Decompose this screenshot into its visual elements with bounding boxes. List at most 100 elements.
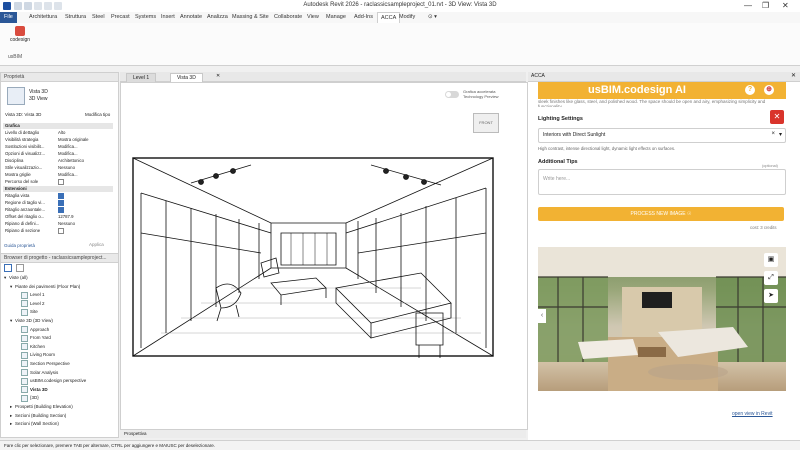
browser-tree-item[interactable]: Level 2 <box>16 300 45 308</box>
process-new-image-button[interactable]: PROCESS NEW IMAGE ☉ <box>538 207 784 221</box>
property-value[interactable]: Nessuno <box>58 165 110 171</box>
property-row[interactable]: Percorso del sole <box>3 179 113 185</box>
browser-tree-item[interactable]: Site <box>16 308 38 316</box>
property-value[interactable] <box>58 228 110 234</box>
browser-tree-item[interactable]: Section Perspective <box>16 360 70 368</box>
browser-filter-icon[interactable] <box>15 264 24 272</box>
property-group[interactable]: Estensioni <box>3 186 113 193</box>
lighting-select[interactable]: Interiors with Direct Sunlight × ▾ <box>538 128 786 143</box>
tab-acca[interactable]: ACCA <box>377 12 401 23</box>
browser-tree-item[interactable]: Living Room <box>16 351 55 359</box>
tab-manage[interactable]: Manage <box>326 14 346 20</box>
property-row[interactable]: Sostituzioni visibilit... Modifica... <box>3 144 113 150</box>
browser-tree-item[interactable]: Vista 3D <box>16 386 48 394</box>
send-icon[interactable]: ➤ <box>764 289 778 303</box>
property-value[interactable] <box>58 193 110 199</box>
tab-level-1[interactable]: Level 1 <box>126 73 157 82</box>
properties-help-link[interactable]: Guida proprietà <box>4 243 35 248</box>
tab-systems[interactable]: Systems <box>135 14 156 20</box>
browser-search-icon[interactable] <box>4 264 12 272</box>
browser-tree-item[interactable]: ▾ Viste 3D (3D View) <box>10 317 53 325</box>
tab-steel[interactable]: Steel <box>92 14 105 20</box>
tab-insert[interactable]: Insert <box>161 14 175 20</box>
tab-structure[interactable]: Struttura <box>65 14 86 20</box>
property-checkbox[interactable] <box>58 200 64 206</box>
browser-tree-item[interactable]: Level 1 <box>16 291 45 299</box>
property-value[interactable]: Modifica... <box>58 172 110 178</box>
type-selector[interactable]: Vista 3D 3D View <box>5 85 113 107</box>
property-value[interactable] <box>58 207 110 213</box>
tab-collaborate[interactable]: Collaborate <box>274 14 302 20</box>
property-value[interactable]: Modifica... <box>58 144 110 150</box>
property-value[interactable]: 12787.9 <box>58 214 110 220</box>
ribbon-options-icon[interactable]: ⊙ ▾ <box>428 14 437 20</box>
apply-button[interactable]: Applica <box>89 242 104 247</box>
tab-file[interactable]: File <box>0 12 17 23</box>
property-value[interactable] <box>58 179 110 185</box>
property-row[interactable]: Mostra griglie Modifica... <box>3 172 113 178</box>
browser-tree-item[interactable]: From Yard <box>16 334 51 342</box>
view-mode-label[interactable]: Prospettiva <box>124 431 147 436</box>
language-flag-icon[interactable]: ⊕ <box>764 85 774 95</box>
tab-annotate[interactable]: Annotate <box>180 14 202 20</box>
close-panel-button[interactable]: ✕ <box>770 110 784 124</box>
clear-select-icon[interactable]: × <box>771 131 775 137</box>
gallery-icon[interactable]: ▣ <box>764 253 778 267</box>
property-row[interactable]: Disciplina Architettonico <box>3 158 113 164</box>
close-window-button[interactable]: ✕ <box>782 1 789 10</box>
codesign-tool-button[interactable]: codesign <box>6 25 34 49</box>
browser-tree-item[interactable]: Kitchen <box>16 343 45 351</box>
property-value[interactable] <box>58 200 110 206</box>
property-row[interactable]: Offset del ritaglio o... 12787.9 <box>3 214 113 220</box>
help-icon[interactable]: ? <box>745 85 755 95</box>
property-checkbox[interactable] <box>58 228 64 234</box>
property-value[interactable]: Modifica... <box>58 151 110 157</box>
tab-view[interactable]: View <box>307 14 319 20</box>
property-checkbox[interactable] <box>58 193 64 199</box>
browser-tree-item[interactable]: ▾ Viste (all) <box>4 274 28 282</box>
property-row[interactable]: Ritaglia vista <box>3 193 113 199</box>
property-row[interactable]: Ritaglio anzaontale... <box>3 207 113 213</box>
minimize-button[interactable]: — <box>744 1 752 10</box>
tips-textarea[interactable]: Write here... <box>538 169 786 195</box>
property-row[interactable]: Stile visualizzazio... Nessuno <box>3 165 113 171</box>
tab-add-ins[interactable]: Add-Ins <box>354 14 373 20</box>
tab-massing-site[interactable]: Massing & Site <box>232 14 269 20</box>
browser-tree-item[interactable]: {3D} <box>16 394 39 402</box>
tab-analyze[interactable]: Analizza <box>207 14 228 20</box>
browser-tree-item[interactable]: ▸ Sezioni (Building Section) <box>10 412 66 420</box>
browser-tree-item[interactable]: ▸ Prospetti (Building Elevation) <box>10 403 73 411</box>
close-view-tab-icon[interactable]: ✕ <box>216 73 220 79</box>
instance-selector[interactable]: Vista 3D: Vista 3D Modifica tipo <box>3 111 115 119</box>
rendered-image[interactable]: ‹ ▣ ⤢ ➤ <box>538 247 786 391</box>
property-row[interactable]: Visibilità strategia Mostra originale <box>3 137 113 143</box>
maximize-button[interactable]: ❐ <box>762 1 769 10</box>
tab-modify[interactable]: Modify <box>399 14 415 20</box>
property-value[interactable]: Mostra originale <box>58 137 110 143</box>
fullscreen-icon[interactable]: ⤢ <box>764 271 778 285</box>
property-checkbox[interactable] <box>58 179 64 185</box>
property-value[interactable]: Nessuno <box>58 221 110 227</box>
edit-type-button[interactable]: Modifica tipo <box>85 111 110 119</box>
property-row[interactable]: Opzioni di visualizz... Modifica... <box>3 151 113 157</box>
property-group[interactable]: Grafica <box>3 123 113 130</box>
3d-viewport[interactable]: Grafica accelerata Technology Preview FR… <box>120 82 528 430</box>
property-row[interactable]: Ripiano di defini... Nessuno <box>3 221 113 227</box>
open-view-in-revit-link[interactable]: open view in Revit <box>732 411 773 417</box>
property-value[interactable]: Alto <box>58 130 110 136</box>
browser-tree-item[interactable]: ▾ Piante dei pavimenti (Floor Plan) <box>10 283 80 291</box>
tab-vista-3d[interactable]: Vista 3D <box>170 73 203 82</box>
chevron-down-icon[interactable]: ▾ <box>779 131 782 138</box>
property-row[interactable]: Livello di dettaglio Alto <box>3 130 113 136</box>
browser-tree-item[interactable]: Solar Analysis <box>16 368 58 377</box>
property-value[interactable]: Architettonico <box>58 158 110 164</box>
property-checkbox[interactable] <box>58 207 64 213</box>
acca-close-icon[interactable]: ✕ <box>791 72 796 81</box>
property-row[interactable]: Regione di taglio vi... <box>3 200 113 206</box>
tab-architecture[interactable]: Architettura <box>29 14 57 20</box>
prev-image-icon[interactable]: ‹ <box>538 309 546 323</box>
property-row[interactable]: Ripiano di sezione <box>3 228 113 234</box>
browser-tree-item[interactable]: usBIM.codesign perspective <box>16 377 86 385</box>
tab-precast[interactable]: Precast <box>111 14 130 20</box>
browser-tree-item[interactable]: Approach <box>16 325 49 334</box>
